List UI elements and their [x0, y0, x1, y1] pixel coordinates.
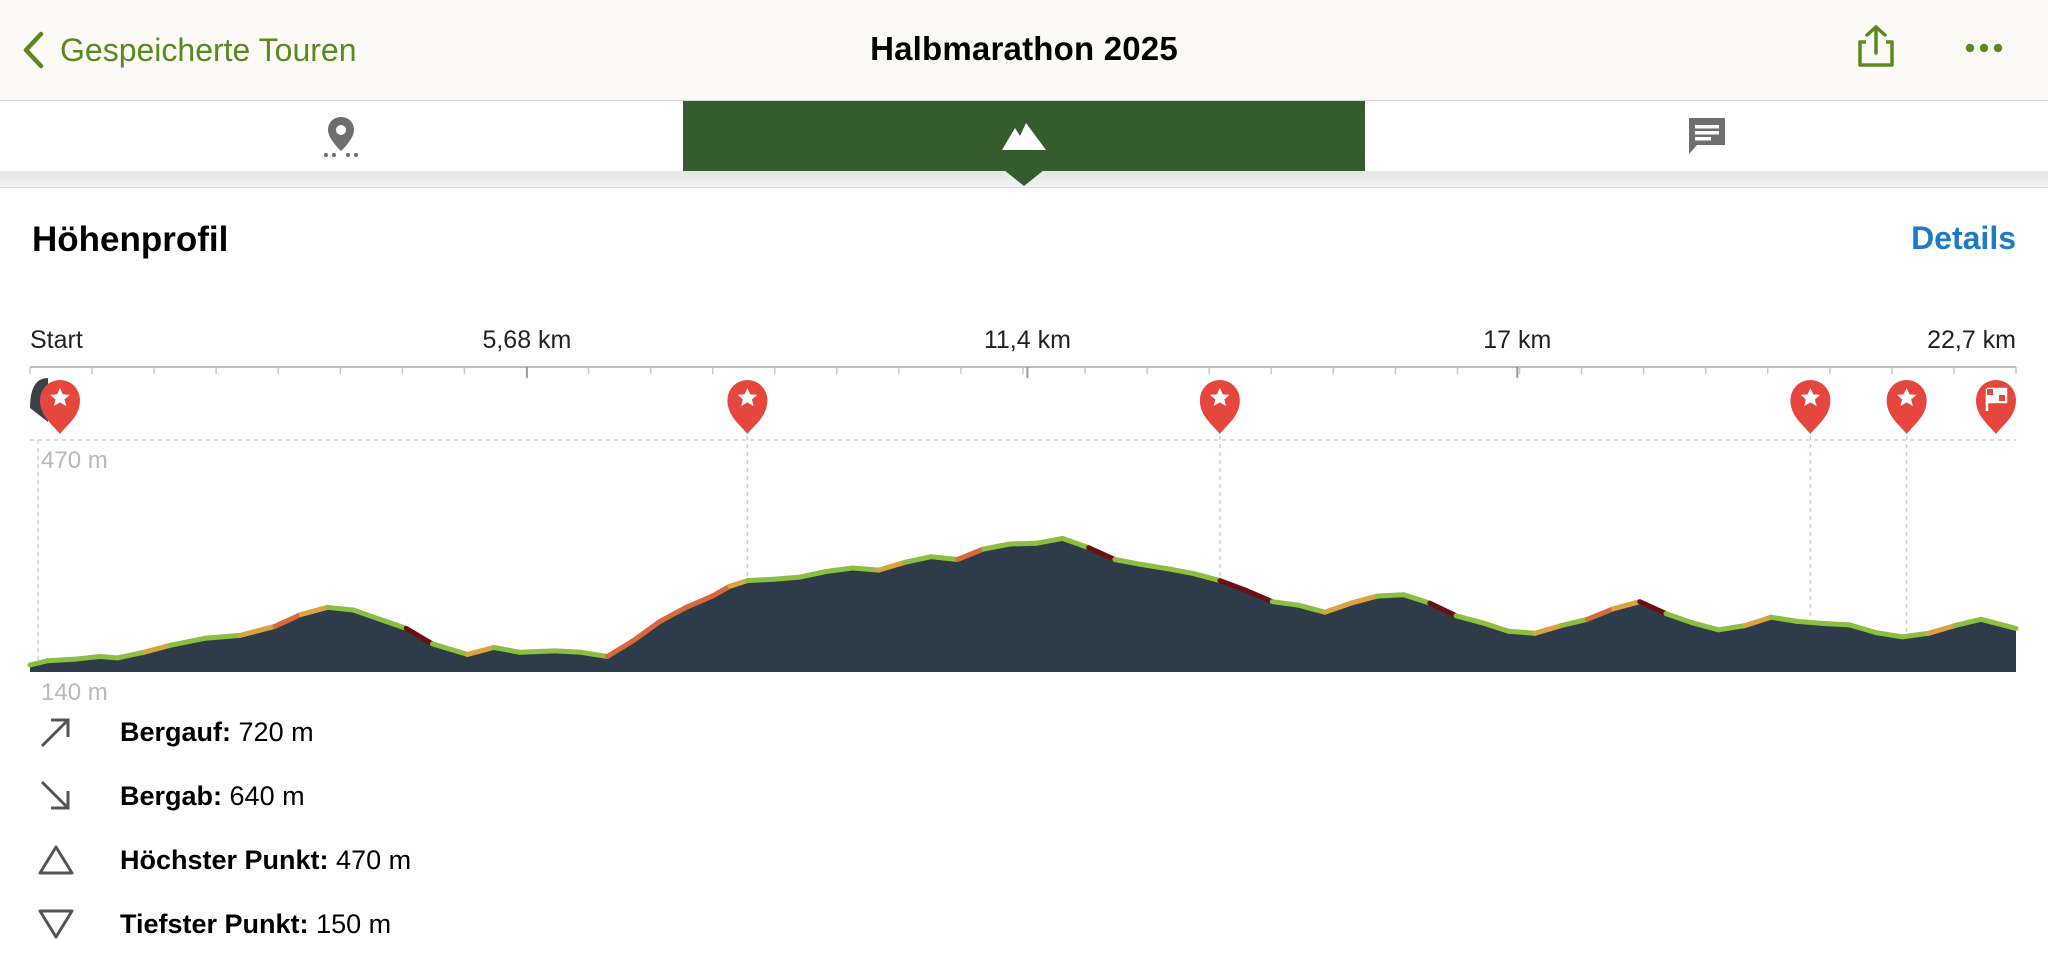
stat-label: Bergab:: [120, 780, 223, 811]
stat-ascent: Bergauf: 720 m: [36, 712, 314, 752]
arrow-down-right-icon: [40, 780, 70, 810]
finish-waypoint-marker[interactable]: [1976, 380, 2016, 434]
mountain-icon: [1002, 123, 1046, 150]
segment-tabs: [0, 101, 2048, 171]
stat-label: Bergauf:: [120, 716, 232, 747]
page-title: Halbmarathon 2025: [870, 30, 1178, 67]
comment-icon: [1689, 118, 1725, 154]
stat-label: Tiefster Punkt:: [120, 908, 309, 939]
elevation-line-segment: [552, 648, 584, 655]
stat-highest: Höchster Punkt: 470 m: [36, 840, 411, 880]
star-waypoint-marker[interactable]: [1886, 380, 1927, 434]
elevation-line-segment: [771, 574, 803, 582]
share-button[interactable]: [1858, 24, 1894, 73]
tab-map[interactable]: [0, 101, 682, 171]
elevation-line-segment: [1506, 628, 1538, 636]
x-tick-label: Start: [30, 326, 83, 354]
more-button[interactable]: [1964, 38, 2004, 63]
elevation-line-segment: [928, 554, 960, 562]
tab-comments[interactable]: [1366, 101, 2048, 171]
map-pin-icon: [324, 117, 358, 157]
elevation-line-segment: [71, 654, 103, 662]
details-link[interactable]: Details: [1911, 220, 2016, 257]
more-dots-icon: [1965, 43, 2003, 53]
navigation-bar: Gespeicherte Touren Halbmarathon 2025: [0, 0, 2048, 102]
elevation-line-segment: [823, 565, 855, 574]
elevation-line-segment: [202, 632, 243, 641]
elevation-line-segment: [849, 565, 882, 573]
stat-lowest: Tiefster Punkt: 150 m: [36, 904, 391, 944]
x-tick-label: 5,68 km: [482, 326, 571, 354]
stat-label: Höchster Punkt:: [120, 844, 329, 875]
active-tab-pointer: [1004, 170, 1044, 186]
triangle-down-icon: [38, 909, 74, 939]
star-waypoint-marker[interactable]: [1790, 380, 1831, 434]
y-min-label: 140 m: [41, 679, 108, 706]
elevation-line-segment: [45, 656, 77, 664]
elevation-line-segment: [744, 576, 777, 584]
stat-value: 470 m: [336, 844, 412, 875]
stat-value: 720 m: [238, 716, 314, 747]
arrow-up-right-icon: [40, 718, 70, 748]
x-tick-label: 17 km: [1483, 326, 1551, 354]
stat-value: 640 m: [229, 780, 305, 811]
elevation-line-segment: [1374, 592, 1407, 599]
elevation-line-segment: [1794, 618, 1826, 626]
tab-elevation[interactable]: [683, 101, 1365, 171]
triangle-up-icon: [38, 845, 74, 875]
share-icon: [1858, 25, 1894, 67]
section-title: Höhenprofil: [32, 220, 229, 259]
x-tick-label: 22,7 km: [1927, 326, 2016, 354]
star-waypoint-marker[interactable]: [1199, 380, 1240, 434]
elevation-line-segment: [1269, 599, 1302, 608]
elevation-chart: Start 5,68 km 11,4 km 17 km 22,7 km 470 m 140 …: [27, 326, 2019, 706]
elevation-line-segment: [517, 648, 558, 655]
elevation-line-segment: [1899, 630, 1931, 640]
stat-descent: Bergab: 640 m: [36, 776, 305, 816]
elevation-line-segment: [97, 654, 120, 661]
elevation-line-segment: [325, 604, 357, 613]
elevation-line-segment: [1821, 621, 1853, 628]
star-waypoint-marker[interactable]: [40, 380, 80, 434]
star-waypoint-marker[interactable]: [727, 380, 768, 434]
stat-value: 150 m: [316, 908, 392, 939]
y-max-label: 470 m: [41, 447, 108, 474]
x-tick-label: 11,4 km: [984, 326, 1071, 354]
elevation-line-segment: [1007, 540, 1039, 547]
